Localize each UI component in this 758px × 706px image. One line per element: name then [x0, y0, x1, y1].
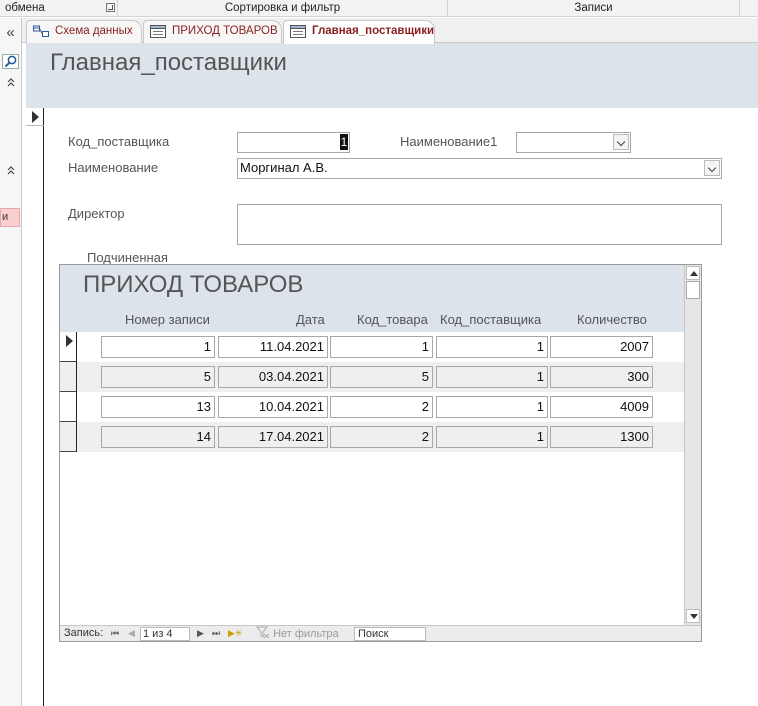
- tab-glavnaya-postavshchiki[interactable]: Главная_поставщики: [283, 20, 435, 44]
- arrow-down-icon: [690, 614, 698, 619]
- current-record-icon: [66, 335, 73, 347]
- form-header: Главная_поставщики: [26, 43, 758, 108]
- ribbon-group-sort-filter: Сортировка и фильтр: [118, 0, 448, 17]
- cell-kod-postavshchika[interactable]: 1: [436, 366, 548, 388]
- ribbon-group-labels: обмена Сортировка и фильтр Записи: [0, 0, 758, 17]
- first-record-icon[interactable]: ⏮: [111, 626, 119, 641]
- column-header-data: Дата: [296, 312, 325, 327]
- chevron-down-icon[interactable]: [704, 160, 720, 176]
- next-record-icon[interactable]: ▶: [197, 626, 204, 641]
- row-selector[interactable]: [60, 362, 77, 392]
- record-selector-bar[interactable]: [26, 108, 44, 706]
- search-input[interactable]: Поиск: [354, 627, 426, 641]
- nav-selected-item[interactable]: и: [0, 208, 20, 227]
- tab-relationships[interactable]: Схема данных: [26, 20, 142, 43]
- arrow-up-icon: [690, 271, 698, 276]
- dialog-launcher-icon[interactable]: [106, 3, 115, 12]
- cell-data[interactable]: 10.04.2021: [218, 396, 328, 418]
- table-row[interactable]: 14 17.04.2021 2 1 1300: [60, 422, 684, 452]
- cell-nomer[interactable]: 14: [101, 426, 215, 448]
- cell-nomer[interactable]: 1: [101, 336, 215, 358]
- form-icon: [290, 25, 306, 38]
- cell-data[interactable]: 11.04.2021: [218, 336, 328, 358]
- cell-kolichestvo[interactable]: 4009: [550, 396, 653, 418]
- record-position-input[interactable]: 1 из 4: [140, 627, 190, 641]
- cell-kod-tovara[interactable]: 1: [330, 336, 433, 358]
- cell-kod-tovara[interactable]: 2: [330, 426, 433, 448]
- scroll-down-button[interactable]: [686, 609, 700, 623]
- kod-postavshchika-field[interactable]: 1: [237, 132, 350, 153]
- cell-kolichestvo[interactable]: 2007: [550, 336, 653, 358]
- tab-prikhod-tovarov[interactable]: ПРИХОД ТОВАРОВ: [143, 20, 282, 43]
- filter-status-text: Нет фильтра: [273, 628, 339, 640]
- filter-indicator[interactable]: Нет фильтра: [255, 626, 339, 642]
- subform-header: ПРИХОД ТОВАРОВ Номер записи Дата Код_тов…: [60, 265, 684, 332]
- naimenovanie-label: Наименование: [68, 160, 159, 175]
- column-header-kod-postavshchika: Код_поставщика: [440, 312, 542, 327]
- subform-prikhod-tovarov: ПРИХОД ТОВАРОВ Номер записи Дата Код_тов…: [59, 264, 702, 642]
- column-header-nomer: Номер записи: [125, 312, 210, 327]
- row-selector[interactable]: [60, 392, 77, 422]
- access-window: обмена Сортировка и фильтр Записи « и Сх…: [0, 0, 758, 706]
- cell-kod-tovara[interactable]: 5: [330, 366, 433, 388]
- ribbon-group-clipboard: обмена: [0, 0, 118, 17]
- column-header-kod-tovara: Код_товара: [357, 312, 428, 327]
- document-tabs: Схема данных ПРИХОД ТОВАРОВ Главная_пост…: [22, 18, 758, 44]
- naimenovanie-value: Моргинал А.В.: [240, 160, 328, 175]
- kod-postavshchika-label: Код_поставщика: [68, 134, 170, 149]
- record-selector[interactable]: [26, 108, 44, 126]
- table-row[interactable]: 5 03.04.2021 5 1 300: [60, 362, 684, 392]
- direktor-label: Директор: [68, 206, 125, 221]
- main-form: Главная_поставщики Код_поставщика 1 Наим…: [22, 43, 758, 706]
- column-header-kolichestvo: Количество: [577, 312, 647, 327]
- table-row[interactable]: 1 11.04.2021 1 1 2007: [60, 332, 684, 362]
- nav-collapse-icon[interactable]: «: [0, 25, 21, 40]
- nav-search-button[interactable]: [2, 54, 19, 69]
- subform-title: ПРИХОД ТОВАРОВ: [83, 271, 304, 298]
- form-title: Главная_поставщики: [50, 49, 287, 76]
- tab-prikhod-tovarov-label: ПРИХОД ТОВАРОВ: [172, 25, 278, 37]
- row-selector[interactable]: [60, 422, 77, 452]
- new-record-icon[interactable]: ▶✳: [228, 626, 242, 641]
- record-label: Запись:: [64, 627, 104, 639]
- cell-kod-postavshchika[interactable]: 1: [436, 336, 548, 358]
- row-selector[interactable]: [60, 332, 77, 362]
- direktor-field[interactable]: [237, 204, 722, 245]
- search-icon: [4, 55, 17, 68]
- cell-data[interactable]: 17.04.2021: [218, 426, 328, 448]
- record-navigator: Запись: ⏮ ◀ 1 из 4 ▶ ⏭ ▶✳ Нет фильтра По…: [60, 625, 701, 641]
- cell-nomer[interactable]: 5: [101, 366, 215, 388]
- cell-kolichestvo[interactable]: 1300: [550, 426, 653, 448]
- no-filter-icon: [255, 626, 270, 639]
- vertical-scrollbar[interactable]: [684, 265, 701, 625]
- cell-nomer[interactable]: 13: [101, 396, 215, 418]
- current-record-icon: [32, 111, 39, 123]
- tab-glavnaya-postavshchiki-label: Главная_поставщики: [312, 25, 435, 37]
- cell-kod-postavshchika[interactable]: 1: [436, 396, 548, 418]
- ribbon-group-records: Записи: [448, 0, 740, 17]
- nav-group-up-icon[interactable]: [0, 164, 21, 179]
- naimenovanie1-combo[interactable]: [516, 132, 631, 153]
- naimenovanie-combo[interactable]: Моргинал А.В.: [237, 158, 722, 179]
- cell-data[interactable]: 03.04.2021: [218, 366, 328, 388]
- last-record-icon[interactable]: ⏭: [212, 626, 220, 641]
- subform-label: Подчиненная: [87, 250, 168, 265]
- chevron-down-icon[interactable]: [613, 134, 629, 150]
- scroll-thumb[interactable]: [686, 281, 700, 299]
- relationships-icon: [33, 25, 49, 37]
- scroll-up-button[interactable]: [686, 266, 700, 280]
- cell-kod-tovara[interactable]: 2: [330, 396, 433, 418]
- cell-kolichestvo[interactable]: 300: [550, 366, 653, 388]
- form-icon: [150, 25, 166, 38]
- nav-up-icon[interactable]: [0, 76, 21, 91]
- navigation-pane: « и: [0, 18, 22, 706]
- ribbon-group-clipboard-label: обмена: [5, 2, 45, 14]
- kod-postavshchika-value: 1: [340, 134, 348, 150]
- tab-relationships-label: Схема данных: [55, 25, 133, 37]
- cell-kod-postavshchika[interactable]: 1: [436, 426, 548, 448]
- naimenovanie1-label: Наименование1: [400, 134, 498, 149]
- prev-record-icon[interactable]: ◀: [128, 626, 135, 641]
- table-row[interactable]: 13 10.04.2021 2 1 4009: [60, 392, 684, 422]
